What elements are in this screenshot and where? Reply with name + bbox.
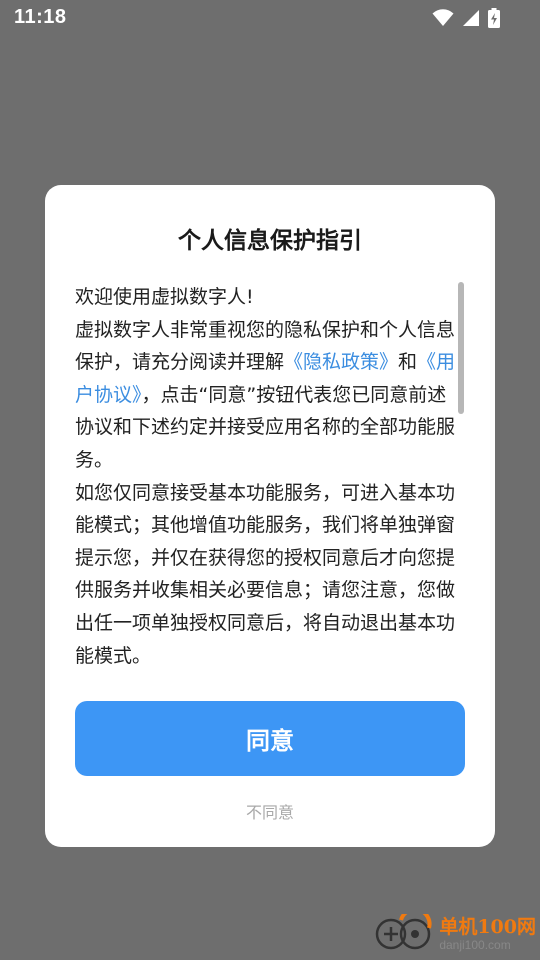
content-scrollbar[interactable] — [458, 282, 464, 414]
watermark-text: 单机100网 danji100.com — [439, 916, 536, 952]
battery-charging-icon — [488, 8, 500, 28]
watermark-logo — [375, 907, 433, 954]
watermark-url: danji100.com — [439, 938, 511, 952]
wifi-icon — [432, 9, 454, 27]
statement-and: 和 — [398, 351, 418, 374]
status-icons — [432, 8, 500, 28]
basic-mode-notice: 如您仅同意接受基本功能服务，可进入基本功能模式；其他增值功能服务，我们将单独弹窗… — [75, 481, 456, 667]
cellular-signal-icon — [462, 9, 480, 27]
privacy-statement: 虚拟数字人非常重视您的隐私保护和个人信息保护，请充分阅读并理解《隐私政策》和《用… — [75, 314, 460, 477]
status-bar: 11:18 — [0, 0, 540, 36]
status-time: 11:18 — [14, 6, 67, 28]
privacy-policy-link[interactable]: 《隐私政策》 — [284, 351, 398, 373]
privacy-dialog: 个人信息保护指引 欢迎使用虚拟数字人! 虚拟数字人非常重视您的隐私保护和个人信息… — [45, 185, 495, 847]
watermark-site-name: 单机100网 — [439, 916, 536, 938]
agree-button[interactable]: 同意 — [75, 701, 465, 776]
dialog-content[interactable]: 欢迎使用虚拟数字人! 虚拟数字人非常重视您的隐私保护和个人信息保护，请充分阅读并… — [75, 281, 460, 681]
disagree-button[interactable]: 不同意 — [45, 799, 495, 823]
watermark: 单机100网 danji100.com — [375, 907, 536, 954]
welcome-text: 欢迎使用虚拟数字人! — [75, 286, 254, 308]
dialog-title: 个人信息保护指引 — [178, 228, 362, 254]
